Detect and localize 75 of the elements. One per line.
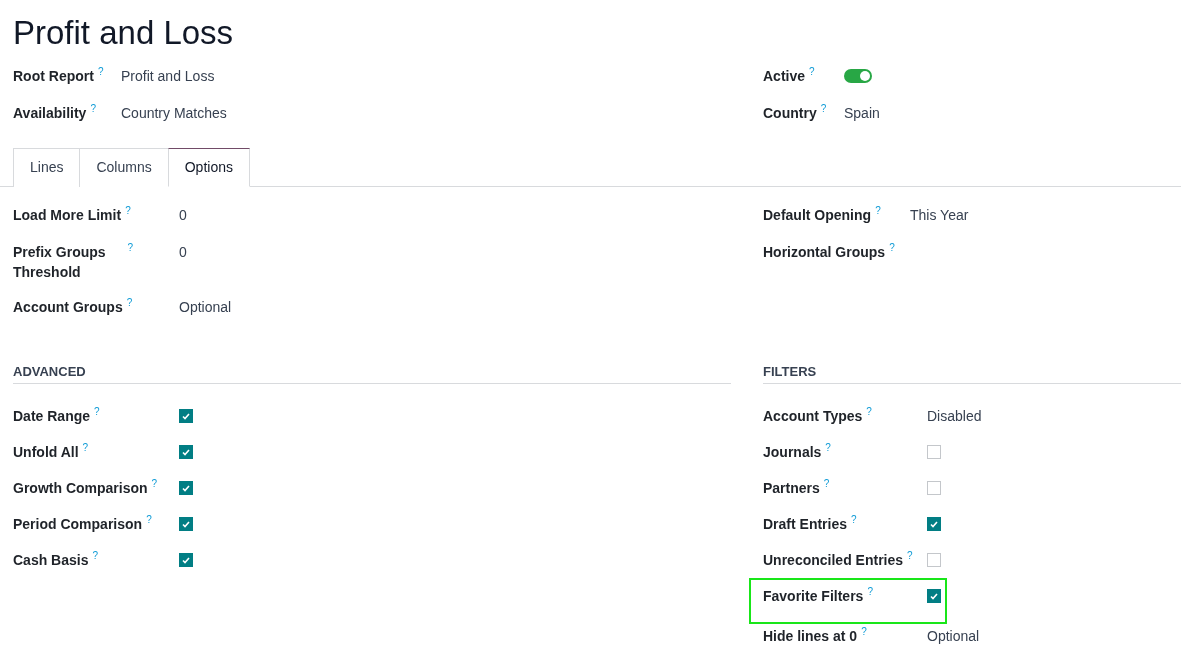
help-tooltip-mark[interactable]: ? — [92, 550, 99, 562]
field-label: Draft Entries — [763, 515, 848, 534]
help-tooltip-mark[interactable]: ? — [125, 205, 131, 217]
field-value: 0 — [179, 207, 187, 223]
checkbox[interactable] — [927, 589, 941, 603]
field-label: Horizontal Groups — [763, 243, 886, 262]
help-tooltip-mark[interactable]: ? — [126, 297, 133, 309]
field-label: Country — [763, 104, 817, 123]
field-label: Default Opening — [763, 206, 872, 225]
checkmark-icon — [182, 448, 190, 456]
field-value: Profit and Loss — [121, 68, 215, 84]
help-tooltip-mark[interactable]: ? — [90, 103, 96, 115]
help-tooltip-mark[interactable]: ? — [823, 478, 830, 490]
field-label: Availability — [13, 104, 87, 123]
checkbox[interactable] — [927, 445, 941, 459]
section-heading: ADVANCED — [13, 364, 731, 384]
checkbox[interactable] — [179, 553, 193, 567]
tab[interactable]: Options — [167, 148, 250, 187]
help-tooltip-mark[interactable]: ? — [82, 442, 89, 454]
help-tooltip-mark[interactable]: ? — [907, 550, 913, 562]
field-label: Period Comparison — [13, 515, 143, 534]
checkbox[interactable] — [927, 481, 941, 495]
checkbox[interactable] — [179, 409, 193, 423]
checkmark-icon — [182, 520, 190, 528]
field-label: Date Range — [13, 407, 91, 426]
checkbox[interactable] — [927, 553, 941, 567]
field-label: Favorite Filters — [763, 587, 864, 606]
checkmark-icon — [182, 484, 190, 492]
field-label: Journals — [763, 443, 822, 462]
help-tooltip-mark[interactable]: ? — [867, 586, 873, 598]
help-tooltip-mark[interactable]: ? — [866, 406, 872, 418]
help-tooltip-mark[interactable]: ? — [861, 626, 867, 638]
report-title: Profit and Loss — [13, 14, 235, 52]
checkbox[interactable] — [179, 445, 193, 459]
field-value: Country Matches — [121, 105, 227, 121]
checkbox[interactable] — [927, 517, 941, 531]
help-tooltip-mark[interactable]: ? — [94, 406, 100, 418]
field-label: Account Groups — [13, 298, 123, 317]
field-label: Active — [763, 67, 806, 86]
tab[interactable]: Columns — [79, 148, 169, 187]
field-value: This Year — [910, 207, 969, 223]
field-label: Unreconciled Entries — [763, 551, 904, 570]
checkmark-icon — [930, 592, 938, 600]
checkmark-icon — [930, 520, 938, 528]
field-label: Account Types — [763, 407, 863, 426]
field-label: Cash Basis — [13, 551, 89, 570]
help-tooltip-mark[interactable]: ? — [875, 205, 881, 217]
field-label: Hide lines at 0 — [763, 627, 858, 646]
tab[interactable]: Lines — [13, 148, 81, 187]
help-tooltip-mark[interactable]: ? — [97, 66, 104, 78]
checkmark-icon — [182, 412, 190, 420]
section-heading: FILTERS — [763, 364, 1181, 384]
active-toggle[interactable] — [844, 69, 872, 83]
field-value: 0 — [179, 244, 187, 260]
field-label: Root Report — [13, 67, 94, 86]
field-label: Growth Comparison — [13, 479, 148, 498]
checkbox[interactable] — [179, 481, 193, 495]
field-label: Unfold All — [13, 443, 79, 462]
field-value: Optional — [179, 299, 232, 315]
field-value: Optional — [927, 628, 980, 644]
help-tooltip-mark[interactable]: ? — [146, 514, 152, 526]
field-label: Load More Limit — [13, 206, 122, 225]
field-label: Prefix Groups Threshold — [13, 243, 107, 282]
help-tooltip-mark[interactable]: ? — [127, 242, 133, 254]
checkmark-icon — [182, 556, 190, 564]
help-tooltip-mark[interactable]: ? — [825, 442, 831, 454]
help-tooltip-mark[interactable]: ? — [809, 66, 815, 78]
help-tooltip-mark[interactable]: ? — [889, 242, 895, 254]
help-tooltip-mark[interactable]: ? — [851, 514, 857, 526]
field-value: Spain — [844, 105, 880, 121]
checkbox[interactable] — [179, 517, 193, 531]
help-tooltip-mark[interactable]: ? — [151, 478, 158, 490]
help-tooltip-mark[interactable]: ? — [820, 103, 827, 115]
field-value: Disabled — [927, 408, 982, 424]
field-label: Partners — [763, 479, 820, 498]
